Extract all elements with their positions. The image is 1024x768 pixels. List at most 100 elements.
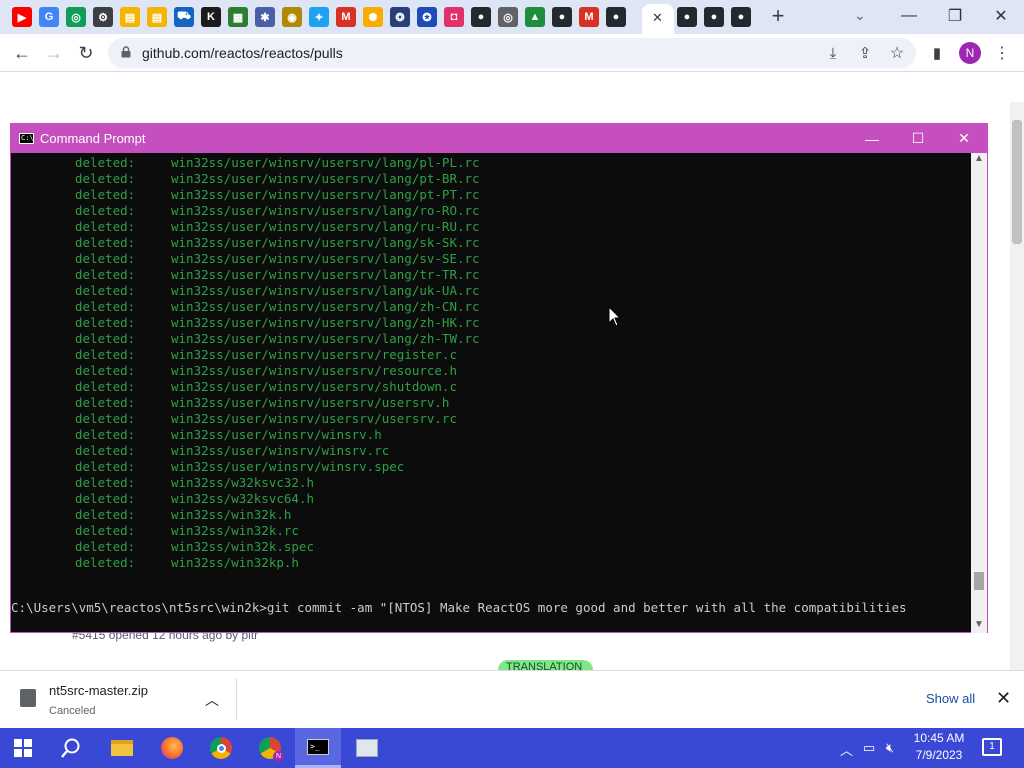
console-path: win32ss/w32ksvc64.h bbox=[171, 491, 314, 506]
scroll-down-icon[interactable]: ▼ bbox=[974, 619, 984, 630]
reload-button[interactable]: ↻ bbox=[73, 40, 99, 66]
cmd-scrollbar[interactable]: ▲ ▼ bbox=[971, 153, 987, 633]
volume-muted-icon[interactable]: 🔇︎ bbox=[886, 740, 894, 756]
console-path: win32ss/user/winsrv/usersrv/lang/zh-HK.r… bbox=[171, 315, 480, 330]
chevron-up-tray-icon[interactable]: ︿ bbox=[840, 740, 853, 759]
cmd-minimize-button[interactable]: — bbox=[849, 124, 895, 153]
github-icon[interactable]: ● bbox=[471, 7, 491, 27]
console-status: deleted: bbox=[75, 459, 136, 474]
chevron-up-icon[interactable]: ︿ bbox=[205, 690, 219, 710]
console-path: win32ss/user/winsrv/usersrv/usersrv.h bbox=[171, 395, 450, 410]
gmail-icon[interactable]: M bbox=[336, 7, 356, 27]
github-icon[interactable]: ● bbox=[677, 7, 697, 27]
youtube-icon[interactable]: ▶ bbox=[12, 7, 32, 27]
downloads-bar bbox=[0, 670, 1024, 728]
cmd-close-button[interactable]: ✕ bbox=[941, 124, 987, 153]
download-filename[interactable]: nt5src-master.zip bbox=[49, 683, 148, 698]
command-line[interactable]: C:\Users\vm5\reactos\nt5src\win2k>git co… bbox=[11, 600, 907, 616]
start-button[interactable] bbox=[0, 728, 46, 768]
console-status: deleted: bbox=[75, 187, 136, 202]
app-taskbar-button[interactable] bbox=[344, 728, 390, 768]
instagram-icon[interactable]: ◘ bbox=[444, 7, 464, 27]
console-path: win32ss/win32k.rc bbox=[171, 523, 299, 538]
cmd-titlebar[interactable]: C:\ Command Prompt — ☐ ✕ bbox=[11, 124, 987, 153]
chrome-icon[interactable]: ◎ bbox=[498, 7, 518, 27]
tab-search-icon[interactable]: ⌄ bbox=[854, 7, 866, 24]
divider bbox=[236, 678, 237, 720]
address-bar[interactable]: github.com/reactos/reactos/pulls bbox=[108, 38, 916, 68]
profile-avatar[interactable]: N bbox=[959, 42, 981, 64]
forward-button[interactable]: → bbox=[41, 40, 67, 66]
console-path: win32ss/user/winsrv/usersrv/lang/sv-SE.r… bbox=[171, 251, 480, 266]
new-tab-button[interactable]: + bbox=[766, 4, 790, 28]
show-all-button[interactable]: Show all bbox=[926, 691, 975, 706]
console-status: deleted: bbox=[75, 555, 136, 570]
twitter-icon[interactable]: ✦ bbox=[309, 7, 329, 27]
download-icon[interactable]: ⤓ bbox=[820, 40, 846, 66]
folder-icon[interactable]: ▤ bbox=[120, 7, 140, 27]
network-icon[interactable]: ▭ bbox=[863, 740, 875, 756]
close-downloads-icon[interactable]: ✕ bbox=[996, 688, 1011, 709]
menu-icon[interactable]: ⋮ bbox=[989, 40, 1015, 66]
command-prompt-window[interactable]: C:\ Command Prompt — ☐ ✕ deleted: win32ss… bbox=[10, 123, 988, 633]
bookmark-star-icon[interactable]: ☆ bbox=[884, 40, 910, 66]
back-button[interactable]: ← bbox=[9, 40, 35, 66]
windows-icon bbox=[14, 739, 32, 757]
gear-icon[interactable]: ⚙ bbox=[93, 7, 113, 27]
scroll-up-icon[interactable]: ▲ bbox=[974, 153, 984, 164]
github-icon[interactable]: ● bbox=[731, 7, 751, 27]
sheets-icon[interactable]: ◎ bbox=[66, 7, 86, 27]
minimize-button[interactable]: — bbox=[886, 0, 932, 32]
pixel-icon[interactable]: ▦ bbox=[228, 7, 248, 27]
firefox-button[interactable] bbox=[149, 728, 195, 768]
cmd-scroll-thumb[interactable] bbox=[974, 572, 984, 590]
share-icon[interactable]: ⇪ bbox=[852, 40, 878, 66]
kim-icon[interactable]: K bbox=[201, 7, 221, 27]
badge-icon[interactable]: ◉ bbox=[282, 7, 302, 27]
console-path: win32ss/user/winsrv/usersrv/lang/pt-PT.r… bbox=[171, 187, 480, 202]
console-status: deleted: bbox=[75, 539, 136, 554]
drive-icon[interactable]: ▲ bbox=[525, 7, 545, 27]
folder-icon[interactable]: ▤ bbox=[147, 7, 167, 27]
chrome-icon bbox=[210, 737, 232, 759]
image-icon[interactable]: ✱ bbox=[255, 7, 275, 27]
close-button[interactable]: ✕ bbox=[978, 0, 1024, 32]
clock-date[interactable]: 7/9/2023 bbox=[908, 748, 970, 762]
browser-toolbar: ← → ↻ github.com/reactos/reactos/pulls ⤓… bbox=[0, 34, 1024, 72]
github-icon[interactable]: ● bbox=[552, 7, 572, 27]
console-status: deleted: bbox=[75, 363, 136, 378]
restore-button[interactable]: ❐ bbox=[932, 0, 978, 32]
reactos-icon[interactable]: ❂ bbox=[390, 7, 410, 27]
notification-icon[interactable]: 1 bbox=[982, 738, 1002, 756]
sonic-icon[interactable]: ✪ bbox=[417, 7, 437, 27]
github-icon[interactable]: ● bbox=[704, 7, 724, 27]
console-status: deleted: bbox=[75, 491, 136, 506]
gmail-icon[interactable]: M bbox=[579, 7, 599, 27]
chrome-button[interactable] bbox=[198, 728, 244, 768]
console-status: deleted: bbox=[75, 427, 136, 442]
console-output[interactable]: deleted: win32ss/user/winsrv/usersrv/lang… bbox=[11, 153, 971, 633]
cmd-maximize-button[interactable]: ☐ bbox=[895, 124, 941, 153]
side-panel-icon[interactable]: ▮ bbox=[924, 40, 950, 66]
close-tab-icon[interactable]: ✕ bbox=[652, 10, 663, 26]
console-status: deleted: bbox=[75, 347, 136, 362]
active-tab[interactable]: ✕ bbox=[642, 4, 674, 34]
blue-app-icon[interactable]: ⛟ bbox=[174, 7, 194, 27]
page-scroll-thumb[interactable] bbox=[1012, 120, 1022, 244]
github-icon[interactable]: ● bbox=[606, 7, 626, 27]
search-button[interactable] bbox=[48, 728, 94, 768]
file-explorer-button[interactable] bbox=[99, 728, 145, 768]
chrome-profile-button[interactable]: N bbox=[247, 728, 293, 768]
console-path: win32ss/user/winsrv/winsrv.rc bbox=[171, 443, 390, 458]
bulb-icon[interactable]: ✺ bbox=[363, 7, 383, 27]
google-icon[interactable]: G bbox=[39, 7, 59, 27]
cmd-taskbar-button[interactable]: >_ bbox=[295, 728, 341, 768]
url-text: github.com/reactos/reactos/pulls bbox=[142, 45, 343, 61]
console-status: deleted: bbox=[75, 235, 136, 250]
console-path: win32ss/user/winsrv/usersrv/lang/ru-RU.r… bbox=[171, 219, 480, 234]
console-status: deleted: bbox=[75, 267, 136, 282]
clock-time[interactable]: 10:45 AM bbox=[908, 731, 970, 745]
console-path: win32ss/user/winsrv/usersrv/lang/sk-SK.r… bbox=[171, 235, 480, 250]
mouse-cursor-icon bbox=[608, 306, 622, 327]
console-status: deleted: bbox=[75, 155, 136, 170]
